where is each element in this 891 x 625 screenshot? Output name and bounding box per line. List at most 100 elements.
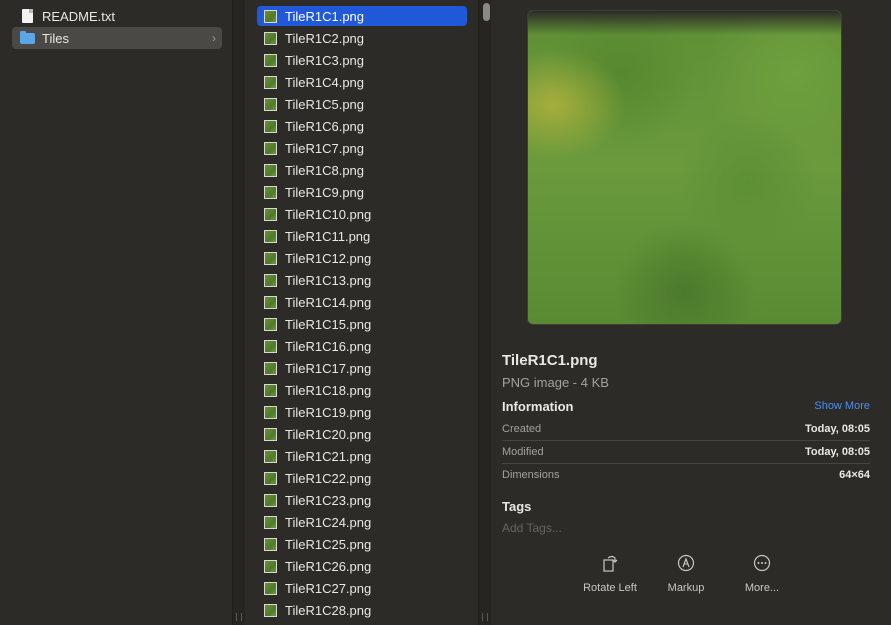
file-name: TileR1C7.png bbox=[285, 140, 365, 156]
chevron-right-icon: › bbox=[212, 31, 216, 45]
file-name: TileR1C26.png bbox=[285, 558, 372, 574]
info-row-dimensions: Dimensions 64×64 bbox=[502, 463, 870, 486]
file-row[interactable]: TileR1C22.png bbox=[257, 468, 467, 488]
column-resize-gutter[interactable] bbox=[232, 0, 245, 625]
file-name: TileR1C16.png bbox=[285, 338, 372, 354]
file-row[interactable]: TileR1C26.png bbox=[257, 556, 467, 576]
tags-heading: Tags bbox=[502, 499, 532, 514]
file-row[interactable]: TileR1C13.png bbox=[257, 270, 467, 290]
image-thumbnail-icon bbox=[264, 493, 277, 507]
file-name: TileR1C13.png bbox=[285, 272, 372, 288]
resize-grip-icon bbox=[236, 613, 242, 621]
file-name: TileR1C3.png bbox=[285, 52, 365, 68]
image-thumbnail-icon bbox=[264, 97, 277, 111]
column-divider bbox=[232, 0, 233, 625]
tiles-folder-column: TileR1C1.png TileR1C2.png TileR1C3.png Tile… bbox=[245, 0, 478, 625]
file-name: TileR1C20.png bbox=[285, 426, 372, 442]
info-row-modified: Modified Today, 08:05 bbox=[502, 440, 870, 463]
image-thumbnail-icon bbox=[264, 207, 277, 221]
file-row[interactable]: TileR1C24.png bbox=[257, 512, 467, 532]
file-name: TileR1C10.png bbox=[285, 206, 372, 222]
image-thumbnail-icon bbox=[264, 75, 277, 89]
file-row[interactable]: TileR1C18.png bbox=[257, 380, 467, 400]
file-item-readme[interactable]: README.txt bbox=[12, 5, 222, 27]
file-name: TileR1C1.png bbox=[285, 8, 365, 24]
file-name: TileR1C9.png bbox=[285, 184, 365, 200]
file-name: TileR1C12.png bbox=[285, 250, 372, 266]
info-value: Today, 08:05 bbox=[804, 422, 870, 435]
folder-item-tiles[interactable]: Tiles › bbox=[12, 27, 222, 49]
markup-icon bbox=[675, 552, 697, 574]
file-row[interactable]: TileR1C19.png bbox=[257, 402, 467, 422]
file-row[interactable]: TileR1C1.png bbox=[257, 6, 467, 26]
image-thumbnail-icon bbox=[264, 53, 277, 67]
file-row[interactable]: TileR1C20.png bbox=[257, 424, 467, 444]
file-row[interactable]: TileR1C17.png bbox=[257, 358, 467, 378]
show-more-link[interactable]: Show More bbox=[814, 400, 870, 412]
info-key: Dimensions bbox=[502, 468, 560, 481]
file-row[interactable]: TileR1C28.png bbox=[257, 600, 467, 620]
file-row[interactable]: TileR1C12.png bbox=[257, 248, 467, 268]
column-resize-gutter[interactable] bbox=[478, 0, 491, 625]
info-row-created: Created Today, 08:05 bbox=[502, 417, 870, 440]
file-name: TileR1C22.png bbox=[285, 470, 372, 486]
file-name: TileR1C14.png bbox=[285, 294, 372, 310]
image-thumbnail-icon bbox=[264, 31, 277, 45]
file-name: TileR1C6.png bbox=[285, 118, 365, 134]
image-thumbnail-icon bbox=[264, 515, 277, 529]
file-row[interactable]: TileR1C6.png bbox=[257, 116, 467, 136]
file-row[interactable]: TileR1C14.png bbox=[257, 292, 467, 312]
file-row[interactable]: TileR1C25.png bbox=[257, 534, 467, 554]
image-thumbnail-icon bbox=[264, 141, 277, 155]
file-row[interactable]: TileR1C4.png bbox=[257, 72, 467, 92]
image-thumbnail-icon bbox=[264, 427, 277, 441]
file-row[interactable]: TileR1C10.png bbox=[257, 204, 467, 224]
image-thumbnail-icon bbox=[264, 317, 277, 331]
information-heading: Information bbox=[502, 399, 574, 414]
preview-column: TileR1C1.png PNG image - 4 KB Informatio… bbox=[491, 0, 891, 625]
scrollbar-thumb[interactable] bbox=[483, 3, 490, 21]
image-thumbnail-icon bbox=[264, 405, 277, 419]
file-row[interactable]: TileR1C21.png bbox=[257, 446, 467, 466]
file-name: TileR1C21.png bbox=[285, 448, 372, 464]
file-name: TileR1C2.png bbox=[285, 30, 365, 46]
image-thumbnail-icon bbox=[264, 229, 277, 243]
markup-label: Markup bbox=[667, 582, 705, 594]
resize-grip-icon bbox=[482, 613, 488, 621]
image-thumbnail-icon bbox=[264, 581, 277, 595]
file-name: TileR1C11.png bbox=[285, 228, 371, 244]
image-thumbnail-icon bbox=[264, 559, 277, 573]
file-row[interactable]: TileR1C16.png bbox=[257, 336, 467, 356]
file-name: TileR1C24.png bbox=[285, 514, 372, 530]
file-name: TileR1C19.png bbox=[285, 404, 372, 420]
file-name: TileR1C4.png bbox=[285, 74, 365, 90]
preview-file-kind: PNG image - 4 KB bbox=[502, 375, 609, 390]
file-row[interactable]: TileR1C11.png bbox=[257, 226, 467, 246]
file-row[interactable]: TileR1C23.png bbox=[257, 490, 467, 510]
info-value: Today, 08:05 bbox=[804, 445, 870, 458]
file-row[interactable]: TileR1C27.png bbox=[257, 578, 467, 598]
more-actions-button[interactable]: More... bbox=[722, 552, 802, 594]
more-actions-label: More... bbox=[744, 582, 780, 594]
image-thumbnail-icon bbox=[264, 295, 277, 309]
rotate-left-button[interactable]: Rotate Left bbox=[570, 552, 650, 594]
file-name: TileR1C5.png bbox=[285, 96, 365, 112]
file-row[interactable]: TileR1C2.png bbox=[257, 28, 467, 48]
rotate-left-label: Rotate Left bbox=[583, 582, 637, 594]
file-row[interactable]: TileR1C8.png bbox=[257, 160, 467, 180]
file-name: TileR1C15.png bbox=[285, 316, 372, 332]
add-tags-input[interactable]: Add Tags... bbox=[502, 521, 562, 535]
file-row[interactable]: TileR1C9.png bbox=[257, 182, 467, 202]
file-row[interactable]: TileR1C15.png bbox=[257, 314, 467, 334]
file-row[interactable]: TileR1C5.png bbox=[257, 94, 467, 114]
file-row[interactable]: TileR1C7.png bbox=[257, 138, 467, 158]
image-thumbnail-icon bbox=[264, 361, 277, 375]
folder-icon bbox=[16, 27, 38, 49]
image-thumbnail-icon bbox=[264, 339, 277, 353]
column-divider bbox=[478, 0, 479, 625]
markup-button[interactable]: Markup bbox=[646, 552, 726, 594]
file-row[interactable]: TileR1C3.png bbox=[257, 50, 467, 70]
image-thumbnail-icon bbox=[264, 383, 277, 397]
image-thumbnail-icon bbox=[264, 449, 277, 463]
more-icon bbox=[751, 552, 773, 574]
